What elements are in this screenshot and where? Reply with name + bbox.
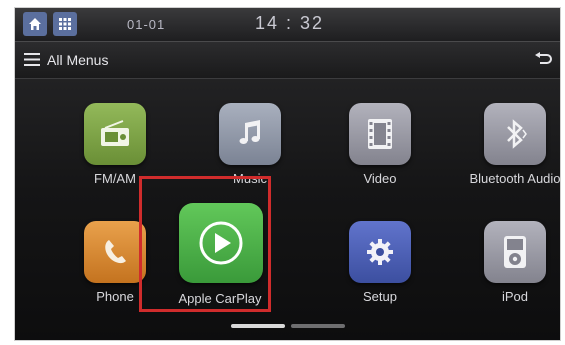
- menu-header: All Menus: [15, 42, 560, 79]
- app-label-bluetooth-audio: Bluetooth Audio: [469, 171, 561, 186]
- grid-icon: [59, 18, 71, 30]
- app-tile-video[interactable]: Video: [315, 103, 445, 221]
- ipod-icon: [484, 221, 546, 283]
- gear-icon: [349, 221, 411, 283]
- app-label-ipod: iPod: [501, 289, 529, 304]
- status-bar: 01-01 14 : 32: [15, 8, 560, 42]
- date-display: 01-01: [127, 17, 166, 32]
- app-tile-bluetooth-audio[interactable]: Bluetooth Audio: [450, 103, 560, 221]
- app-tile-ipod[interactable]: iPod: [450, 221, 560, 339]
- back-button[interactable]: [532, 50, 554, 70]
- head-unit-screen: 01-01 14 : 32 All Menus FM/AM Music Vide…: [14, 7, 561, 341]
- home-icon: [29, 18, 41, 30]
- bluetooth-icon: [484, 103, 546, 165]
- radio-icon: [84, 103, 146, 165]
- music-note-icon: [219, 103, 281, 165]
- film-icon: [349, 103, 411, 165]
- list-menu-icon[interactable]: [24, 53, 40, 66]
- clock-display: 14 : 32: [255, 13, 325, 33]
- home-button[interactable]: [23, 12, 47, 36]
- carplay-highlight-box: [139, 176, 271, 312]
- phone-handset-icon: [84, 221, 146, 283]
- page-indicator: [231, 324, 351, 328]
- back-arrow-icon: [535, 52, 552, 64]
- page-title: All Menus: [47, 52, 109, 68]
- app-tile-setup[interactable]: Setup: [315, 221, 445, 339]
- grid-menu-button[interactable]: [53, 12, 77, 36]
- page-indicator-inactive[interactable]: [291, 324, 345, 328]
- page-indicator-active[interactable]: [231, 324, 285, 328]
